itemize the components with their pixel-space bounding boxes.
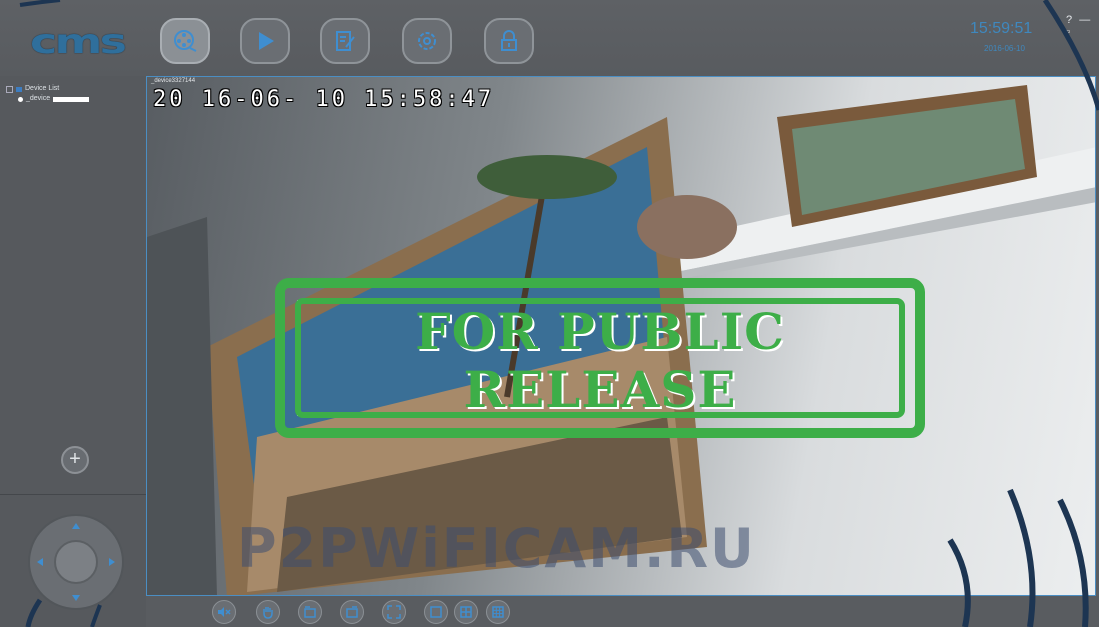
close-video-button[interactable]: x [1088,77,1092,85]
ptz-left-icon[interactable] [37,558,43,566]
help-button[interactable]: ? [1066,14,1074,26]
video-window[interactable]: _device3327144 x 20 16-06- 10 15:58:47 F… [146,76,1096,596]
ptz-control [28,514,124,610]
playback-button[interactable] [240,18,290,64]
next-group-button[interactable] [340,600,364,624]
add-device-button[interactable]: + [61,446,89,474]
edit-note-icon [336,31,355,51]
layout-9-button[interactable] [486,600,510,624]
speaker-mute-icon [218,607,231,617]
tree-device[interactable]: _device [18,94,90,104]
play-icon [259,32,274,50]
restore-button[interactable]: ▫ [1066,26,1072,38]
public-release-stamp: FOR PUBLIC RELEASE [275,278,925,438]
minimize-button[interactable]: — [1079,14,1092,26]
hand-icon [263,607,273,619]
window-next-icon [346,606,358,618]
site-watermark: P2PWiFICAM.RU [237,517,756,580]
gear-icon [418,32,436,50]
ptz-right-icon[interactable] [109,558,115,566]
mute-button[interactable] [212,600,236,624]
video-controls-bar [146,596,1099,627]
hand-button[interactable] [256,600,280,624]
device-tree: Device List _device [6,84,90,104]
layout-4-icon [460,606,472,618]
window-controls: ? — ▫ [1066,14,1099,38]
layout-4-button[interactable] [454,600,478,624]
osd-timestamp: 20 16-06- 10 15:58:47 [153,87,495,112]
previous-group-button[interactable] [298,600,322,624]
top-toolbar: cms 15:59:51 2016-06-10 ? — ▫ [0,0,1099,76]
stamp-line-2: RELEASE [463,360,737,419]
clock-time: 15:59:51 [970,20,1033,37]
collapse-icon[interactable] [6,85,13,93]
ptz-down-icon[interactable] [72,595,80,601]
tree-root-label: Device List [25,85,60,92]
sidebar-divider [0,494,146,495]
camera-icon [18,96,23,102]
ptz-center[interactable] [54,540,98,584]
log-button[interactable] [320,18,370,64]
layout-1-icon [430,606,442,618]
film-reel-icon [174,30,197,52]
cms-logo: cms [30,22,127,62]
settings-button[interactable] [402,18,452,64]
window-prev-icon [304,606,316,618]
lock-icon [501,30,517,51]
redacted-block [53,96,90,102]
lock-button[interactable] [484,18,534,64]
fullscreen-button[interactable] [382,600,406,624]
tree-device-label: _device [26,95,51,102]
device-sidebar: Device List _device + [0,76,147,627]
ptz-up-icon[interactable] [72,523,80,529]
video-title: _device3327144 [151,78,196,84]
folder-icon [16,86,22,92]
layout-1-button[interactable] [424,600,448,624]
tree-root[interactable]: Device List [6,84,89,94]
layout-9-icon [492,606,504,618]
clock-date: 2016-06-10 [984,44,1025,53]
fullscreen-icon [387,605,401,619]
live-view-button[interactable] [160,18,210,64]
stamp-line-1: FOR PUBLIC [415,302,785,361]
